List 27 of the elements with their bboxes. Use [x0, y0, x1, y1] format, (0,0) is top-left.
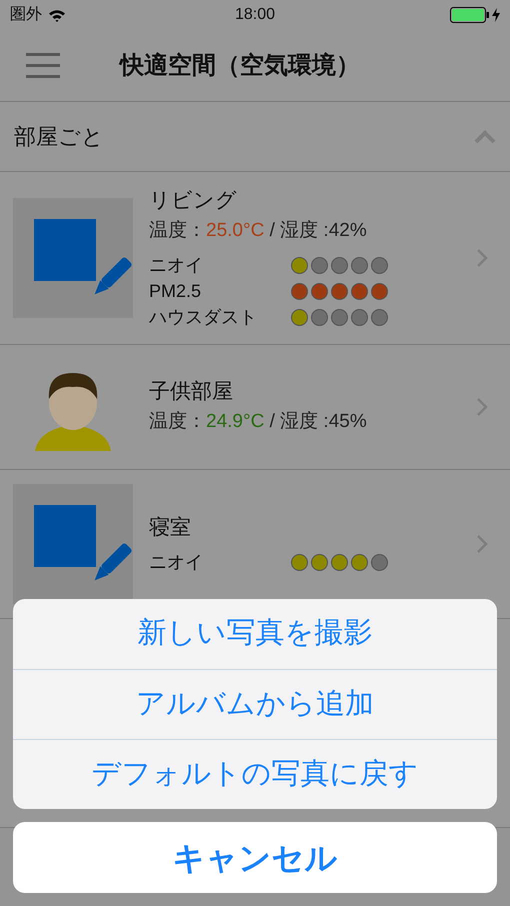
menu-button[interactable]: [26, 53, 60, 78]
battery-icon: [450, 7, 490, 23]
metric-label: ハウスダスト: [149, 306, 258, 328]
wifi-icon: [48, 8, 66, 22]
room-name: リビング: [149, 188, 238, 214]
photo-placeholder-drawing[interactable]: [13, 484, 133, 604]
room-row[interactable]: 子供部屋 温度：24.9°C / 湿度 :45%: [0, 345, 510, 470]
room-row[interactable]: リビング 温度：25.0°C / 湿度 :42% ニオイ PM2.5 ハウスダスト: [0, 172, 510, 345]
room-name: 寝室: [149, 515, 192, 541]
temperature-humidity-text: 温度：25.0°C / 湿度 :42%: [149, 219, 368, 243]
chevron-right-icon: [476, 397, 488, 417]
action-sheet-option[interactable]: アルバムから追加: [13, 669, 497, 739]
chevron-right-icon: [476, 248, 488, 268]
temperature-humidity-text: 温度：24.9°C / 湿度 :45%: [149, 410, 368, 434]
chevron-icon: [474, 130, 496, 144]
metric-label: ニオイ: [149, 550, 204, 574]
metric-label: PM2.5: [149, 280, 202, 302]
clock-text: 18:00: [234, 5, 276, 25]
section-header[interactable]: 部屋ごと: [0, 102, 510, 172]
chevron-right-icon: [476, 534, 488, 554]
carrier-text: 圏外: [10, 5, 42, 25]
page-title: 快適空間（空気環境）: [120, 50, 360, 80]
cancel-button[interactable]: キャンセル: [13, 822, 497, 893]
room-name: 子供部屋: [149, 379, 234, 405]
action-sheet-option[interactable]: デフォルトの写真に戻す: [13, 739, 497, 809]
charging-bolt-icon: [492, 8, 500, 22]
metric-label: ニオイ: [149, 254, 204, 276]
